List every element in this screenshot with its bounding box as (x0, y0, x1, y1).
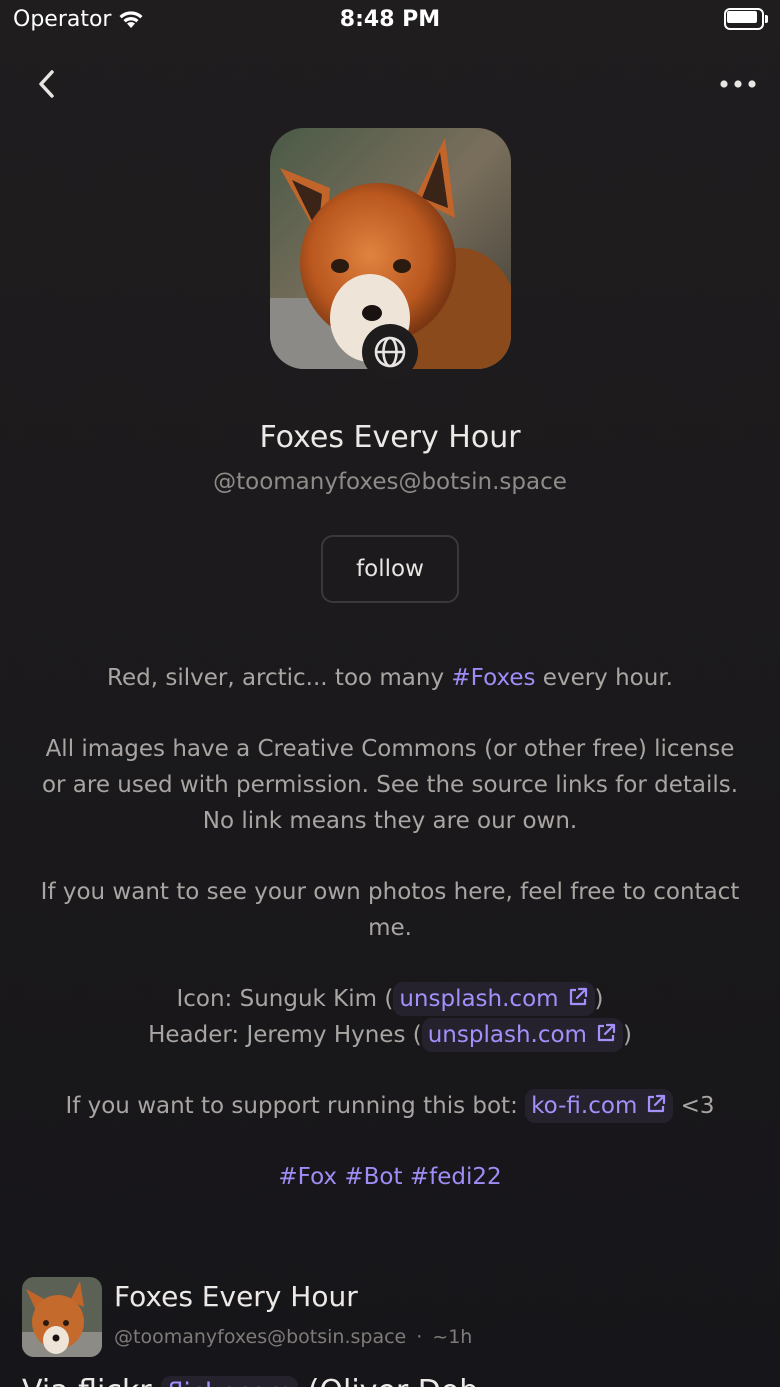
post-item[interactable]: Foxes Every Hour @toomanyfoxes@botsin.sp… (0, 1270, 780, 1387)
bio-tags: #Fox #Bot #fedi22 (40, 1159, 740, 1195)
back-button[interactable] (26, 62, 66, 106)
post-author-avatar[interactable] (22, 1277, 102, 1357)
header-credit-link[interactable]: unsplash.com (421, 1018, 623, 1052)
meta-separator: · (416, 1326, 423, 1348)
hashtag-foxes[interactable]: #Foxes (451, 665, 535, 691)
bio-support: If you want to support running this bot:… (40, 1088, 740, 1124)
bio-credits: Icon: Sunguk Kim (unsplash.com) Header: … (40, 981, 740, 1053)
bio-paragraph-2: All images have a Creative Commons (or o… (41, 736, 739, 834)
profile-bio: Red, silver, arctic... too many #Foxes e… (40, 660, 740, 1230)
external-link-icon (569, 987, 587, 1006)
status-bar: Operator 8:48 PM (0, 0, 780, 40)
hashtag-fox[interactable]: #Fox (278, 1164, 337, 1190)
external-link-icon (648, 1094, 666, 1113)
clock: 8:48 PM (339, 7, 441, 32)
bio-line-1: Red, silver, arctic... too many #Foxes e… (107, 665, 673, 691)
hashtag-fedi22[interactable]: #fedi22 (410, 1164, 502, 1190)
external-link-icon (597, 1023, 616, 1042)
hashtag-bot[interactable]: #Bot (344, 1164, 402, 1190)
post-timestamp: ~1h (432, 1326, 473, 1348)
ellipsis-icon (720, 80, 756, 88)
post-meta: @toomanyfoxes@botsin.space · ~1h (114, 1326, 472, 1348)
battery-icon (724, 8, 768, 30)
profile-avatar-container (270, 128, 511, 380)
chevron-left-icon (39, 70, 54, 98)
icon-credit-link[interactable]: unsplash.com (393, 982, 595, 1016)
post-author-name: Foxes Every Hour (114, 1280, 358, 1313)
profile-display-name: Foxes Every Hour (259, 420, 521, 455)
post-link[interactable]: flickr.com (161, 1376, 299, 1387)
globe-icon (374, 336, 406, 368)
follow-button[interactable]: follow (321, 535, 459, 603)
post-author-handle: @toomanyfoxes@botsin.space (114, 1326, 407, 1348)
bio-paragraph-3: If you want to see your own photos here,… (40, 879, 740, 941)
kofi-link[interactable]: ko-fi.com (525, 1089, 674, 1123)
post-body: Via flickr flickr.com (Oliver Dob... (22, 1374, 507, 1387)
globe-badge (362, 324, 418, 380)
profile-handle: @toomanyfoxes@botsin.space (213, 469, 567, 495)
more-options-button[interactable] (716, 66, 760, 102)
